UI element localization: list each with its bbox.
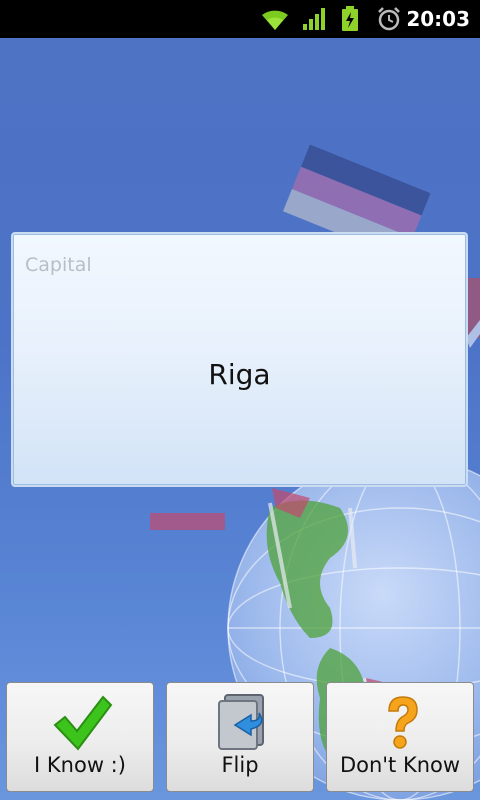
battery-charging-icon (342, 6, 358, 31)
status-bar: 20:03 (0, 0, 480, 38)
question-mark-icon (388, 696, 418, 749)
i-know-label: I Know :) (34, 753, 126, 777)
alarm-icon (378, 7, 400, 31)
flip-label: Flip (221, 753, 259, 777)
card-answer-text: Riga (208, 358, 271, 391)
flashcard[interactable]: Capital Riga (11, 232, 468, 487)
flip-button[interactable]: Flip (166, 682, 314, 792)
dont-know-label: Don't Know (339, 753, 461, 777)
signal-icon (303, 8, 325, 30)
wifi-icon (262, 10, 288, 30)
clock: 20:03 (406, 7, 470, 31)
button-bar: I Know :) Flip Don't Know (0, 676, 480, 800)
dont-know-button[interactable]: Don't Know (326, 682, 474, 792)
card-category-label: Capital (25, 254, 92, 276)
flip-arrow-icon (218, 694, 264, 750)
i-know-button[interactable]: I Know :) (6, 682, 154, 792)
checkmark-icon (53, 695, 113, 751)
